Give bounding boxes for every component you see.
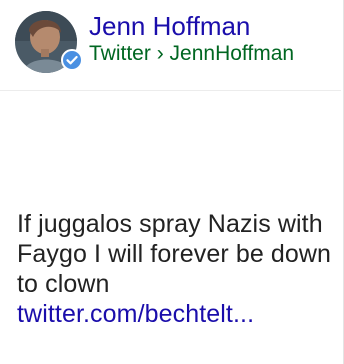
card-header: Jenn Hoffman Twitter › JennHoffman bbox=[0, 0, 341, 91]
breadcrumb-handle: JennHoffman bbox=[169, 42, 295, 65]
breadcrumb: Twitter › JennHoffman bbox=[89, 41, 294, 67]
breadcrumb-site: Twitter bbox=[89, 42, 151, 65]
tweet-text: If juggalos spray Nazis with Faygo I wil… bbox=[17, 210, 332, 298]
twitter-result-card: Jenn Hoffman Twitter › JennHoffman If ju… bbox=[0, 0, 344, 364]
verified-badge-icon bbox=[61, 49, 83, 71]
tweet-body: If juggalos spray Nazis with Faygo I wil… bbox=[17, 209, 333, 329]
breadcrumb-separator: › bbox=[156, 42, 164, 65]
tweet-link[interactable]: twitter.com/bechtelt... bbox=[17, 299, 333, 329]
author-name-link[interactable]: Jenn Hoffman bbox=[89, 11, 250, 41]
